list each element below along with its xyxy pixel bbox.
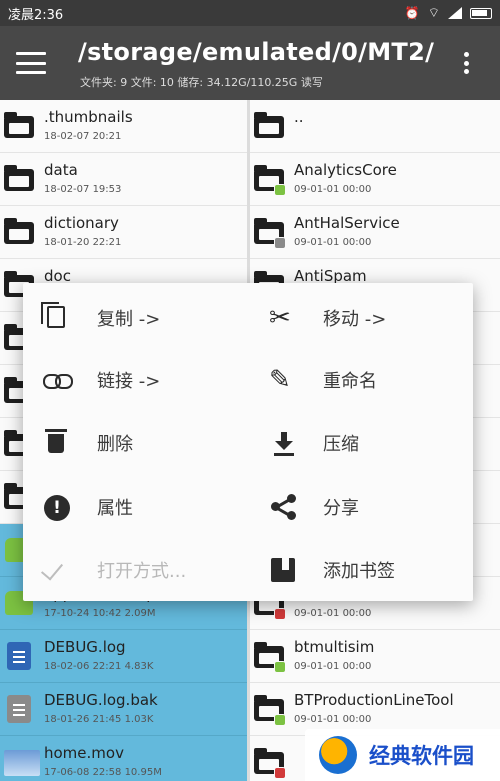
folder-icon (254, 218, 286, 249)
file-meta: 09-01-01 00:00 (294, 661, 372, 672)
folder-icon (4, 112, 34, 140)
menu-label: 添加书签 (323, 561, 395, 582)
current-path[interactable]: /storage/emulated/0/MT2/ (78, 38, 434, 66)
folder-icon (254, 642, 286, 673)
file-name: home.mov (44, 744, 124, 762)
menu-label: 压缩 (323, 434, 359, 455)
signal-icon (448, 7, 462, 19)
wifi-icon: ⌔ (427, 6, 440, 21)
menu-label: 链接 -> (97, 371, 161, 392)
download-icon (265, 428, 301, 458)
file-meta: 18-02-06 22:21 4.83K (44, 661, 154, 672)
file-row[interactable]: AnalyticsCore 09-01-01 00:00 (250, 153, 500, 206)
menu-item-add-bookmark[interactable]: 添加书签 (249, 545, 449, 595)
folder-icon (254, 748, 286, 779)
file-row[interactable]: .thumbnails 18-02-07 20:21 (0, 100, 247, 153)
storage-info: 文件夹: 9 文件: 10 储存: 34.12G/110.25G 读写 (80, 76, 323, 89)
menu-label: 复制 -> (97, 309, 161, 330)
menu-item-move[interactable]: ✂ 移动 -> (249, 293, 449, 343)
file-meta: 17-06-08 22:58 10.95M (44, 767, 162, 778)
info-icon: ! (39, 492, 75, 522)
menu-item-properties[interactable]: ! 属性 (23, 482, 223, 532)
file-row[interactable]: .. (250, 100, 500, 153)
file-row[interactable]: AntHalService 09-01-01 00:00 (250, 206, 500, 259)
alarm-icon: ⏰ (404, 6, 420, 20)
file-meta: 09-01-01 00:00 (294, 237, 372, 248)
watermark-logo-icon (319, 736, 357, 774)
menu-label: 分享 (323, 498, 359, 519)
menu-label: 移动 -> (323, 309, 387, 330)
file-meta: 18-01-20 22:21 (44, 237, 122, 248)
share-icon (265, 492, 301, 522)
menu-item-open-with[interactable]: 打开方式... (23, 545, 223, 595)
file-meta: 18-02-07 20:21 (44, 131, 122, 142)
file-meta: 09-01-01 00:00 (294, 184, 372, 195)
file-row[interactable]: data 18-02-07 19:53 (0, 153, 247, 206)
trash-icon (39, 428, 75, 458)
status-icons: ⏰ ⌔ (405, 5, 492, 21)
file-row[interactable]: DEBUG.log 18-02-06 22:21 4.83K (0, 630, 247, 683)
document-gray-icon (4, 695, 34, 723)
file-meta: 17-10-24 10:42 2.09M (44, 608, 156, 619)
watermark-text: 经典软件园 (369, 744, 474, 768)
app-bar: /storage/emulated/0/MT2/ 文件夹: 9 文件: 10 储… (0, 26, 500, 100)
menu-label: 重命名 (323, 371, 377, 392)
folder-icon (254, 695, 286, 726)
context-menu: 复制 -> ✂ 移动 -> 链接 -> ✎ 重命名 删除 压缩 ! 属性 分享 … (23, 283, 473, 601)
menu-label: 打开方式... (97, 561, 187, 582)
menu-label: 属性 (97, 498, 133, 519)
file-name: BTProductionLineTool (294, 691, 454, 709)
file-meta: 09-01-01 00:00 (294, 714, 372, 725)
watermark: 经典软件园 (305, 729, 500, 781)
menu-item-share[interactable]: 分享 (249, 482, 449, 532)
menu-item-rename[interactable]: ✎ 重命名 (249, 355, 449, 405)
file-name: DEBUG.log.bak (44, 691, 158, 709)
file-name: .. (294, 108, 304, 126)
menu-item-copy[interactable]: 复制 -> (23, 293, 223, 343)
file-row[interactable]: dictionary 18-01-20 22:21 (0, 206, 247, 259)
file-row[interactable]: btmultisim 09-01-01 00:00 (250, 630, 500, 683)
file-name: DEBUG.log (44, 638, 126, 656)
check-icon (39, 555, 75, 585)
document-icon (4, 642, 34, 670)
file-name: .thumbnails (44, 108, 133, 126)
file-name: AntHalService (294, 214, 400, 232)
file-name: AnalyticsCore (294, 161, 397, 179)
menu-item-delete[interactable]: 删除 (23, 418, 223, 468)
battery-icon (470, 7, 492, 19)
status-time: 凌晨2:36 (8, 7, 64, 23)
file-meta: 18-02-07 19:53 (44, 184, 122, 195)
hamburger-menu-icon[interactable] (16, 52, 46, 74)
pencil-icon: ✎ (269, 365, 291, 395)
more-options-icon[interactable] (462, 52, 470, 74)
folder-icon (254, 165, 286, 196)
file-name: data (44, 161, 78, 179)
file-name: dictionary (44, 214, 119, 232)
scissors-icon: ✂ (269, 303, 291, 333)
folder-icon (4, 165, 34, 193)
folder-icon (4, 218, 34, 246)
folder-icon (254, 112, 284, 140)
menu-item-compress[interactable]: 压缩 (249, 418, 449, 468)
link-icon (39, 365, 75, 395)
file-meta: 18-01-26 21:45 1.03K (44, 714, 154, 725)
status-bar: 凌晨2:36 ⏰ ⌔ (0, 0, 500, 26)
file-row[interactable]: home.mov 17-06-08 22:58 10.95M (0, 736, 247, 781)
bookmark-icon (265, 555, 301, 585)
menu-label: 删除 (97, 434, 133, 455)
file-name: btmultisim (294, 638, 375, 656)
copy-icon (39, 302, 75, 333)
menu-item-link[interactable]: 链接 -> (23, 355, 223, 405)
file-meta: 09-01-01 00:00 (294, 608, 372, 619)
file-row[interactable]: DEBUG.log.bak 18-01-26 21:45 1.03K (0, 683, 247, 736)
video-icon (4, 748, 40, 776)
